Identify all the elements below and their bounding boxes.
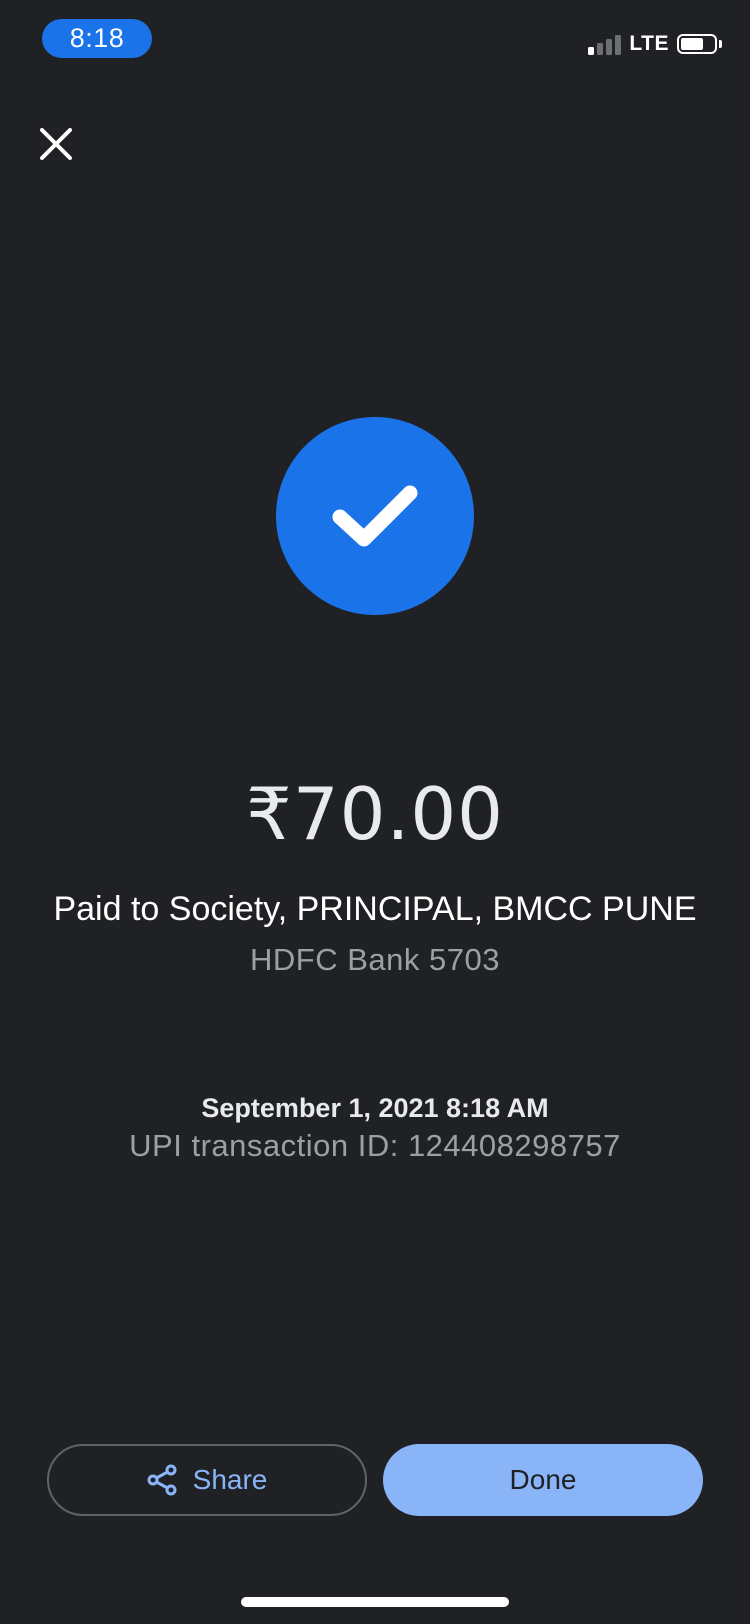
battery-icon bbox=[677, 34, 717, 54]
share-button[interactable]: Share bbox=[47, 1444, 367, 1516]
share-icon bbox=[147, 1464, 177, 1496]
home-indicator[interactable] bbox=[241, 1597, 509, 1607]
close-icon bbox=[40, 128, 72, 160]
payment-amount: ₹70.00 bbox=[246, 772, 504, 856]
network-type-label: LTE bbox=[629, 32, 669, 55]
status-time[interactable]: 8:18 bbox=[42, 19, 152, 58]
done-button-label: Done bbox=[509, 1464, 577, 1495]
success-indicator bbox=[276, 417, 474, 615]
bank-account: HDFC Bank 5703 bbox=[250, 942, 500, 977]
transaction-datetime: September 1, 2021 8:18 AM bbox=[201, 1093, 549, 1123]
share-button-label: Share bbox=[192, 1464, 268, 1495]
battery-cap bbox=[719, 40, 722, 48]
signal-strength-icon bbox=[588, 33, 622, 55]
close-button[interactable] bbox=[30, 118, 82, 170]
payee-name: Paid to Society, PRINCIPAL, BMCC PUNE bbox=[53, 890, 697, 928]
transaction-id: UPI transaction ID: 124408298757 bbox=[129, 1128, 621, 1163]
done-button[interactable]: Done bbox=[383, 1444, 703, 1516]
check-icon bbox=[332, 485, 418, 547]
status-indicators: LTE bbox=[588, 32, 722, 56]
payment-success-screen: 8:18 LTE ₹70.00 Paid to Society, PRINCIP… bbox=[0, 0, 750, 1624]
